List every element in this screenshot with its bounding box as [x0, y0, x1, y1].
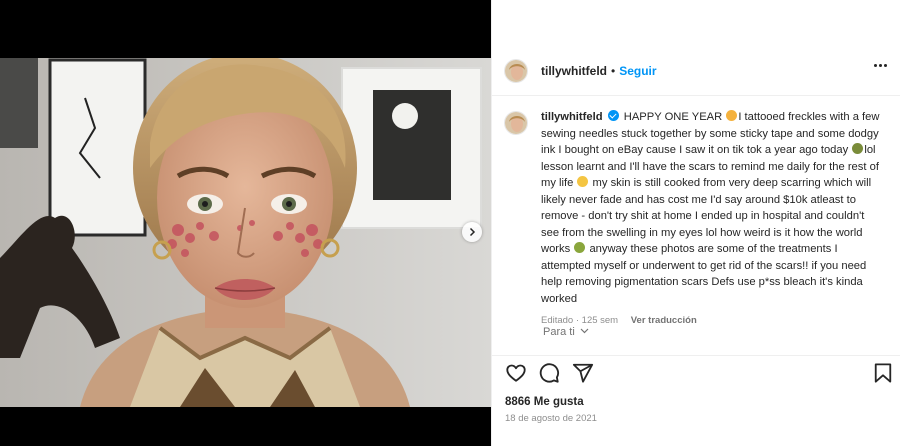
media-pane — [0, 0, 491, 446]
for-you-label: Para ti — [543, 326, 575, 338]
likes-count[interactable]: 8866 Me gusta — [505, 396, 584, 408]
separator-dot: • — [611, 63, 616, 78]
smiling-face-emoji-icon — [726, 110, 738, 121]
translate-link[interactable]: Ver traducción — [631, 315, 697, 326]
bee-emoji-icon — [574, 242, 586, 253]
caption: tillywhitfeld HAPPY ONE YEAR I tattooed … — [504, 109, 889, 330]
post-photo[interactable] — [0, 58, 491, 407]
caption-text: tillywhitfeld HAPPY ONE YEAR I tattooed … — [541, 109, 881, 330]
caption-meta: Editado · 125 sem Ver traducción — [541, 313, 881, 330]
upside-down-face-emoji-icon — [577, 176, 589, 187]
avatar[interactable] — [504, 58, 528, 83]
chevron-down-icon — [580, 328, 589, 334]
follow-button[interactable]: Seguir — [619, 64, 656, 78]
edited-timestamp: Editado · 125 sem — [541, 315, 619, 326]
comment-icon[interactable] — [538, 362, 560, 389]
chevron-right-icon — [469, 227, 476, 237]
post-username[interactable]: tillywhitfeld — [541, 64, 607, 78]
caption-part-1: HAPPY ONE YEAR — [623, 111, 723, 123]
caption-avatar[interactable] — [504, 111, 528, 135]
share-icon[interactable] — [572, 362, 594, 389]
post-date: 18 de agosto de 2021 — [505, 413, 597, 424]
for-you-toggle[interactable]: Para ti — [543, 326, 589, 338]
bookmark-icon[interactable] — [873, 362, 893, 389]
heart-icon[interactable] — [505, 362, 527, 389]
more-options-icon[interactable] — [874, 64, 887, 67]
post-sidebar: tillywhitfeld • Seguir tillywhitfeld HAP… — [491, 0, 900, 446]
person-facepalm-emoji-icon — [852, 143, 864, 154]
verified-badge-icon — [607, 110, 619, 121]
next-photo-button[interactable] — [462, 222, 482, 242]
post-header: tillywhitfeld • Seguir — [492, 46, 900, 96]
action-bar — [492, 355, 900, 391]
caption-part-5: anyway these photos are some of the trea… — [541, 243, 867, 305]
caption-username[interactable]: tillywhitfeld — [541, 111, 603, 123]
